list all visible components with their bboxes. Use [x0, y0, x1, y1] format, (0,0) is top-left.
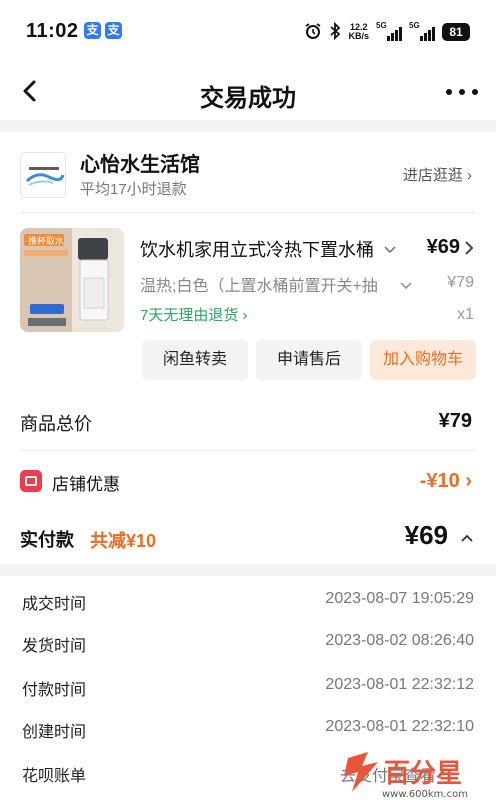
- battery-icon: 81: [442, 23, 470, 41]
- chevron-down-icon[interactable]: [400, 278, 412, 296]
- after-sales-button[interactable]: 申请售后: [256, 340, 362, 380]
- product-quantity: x1: [457, 306, 474, 323]
- alipay-notification-icon: 支: [105, 22, 122, 39]
- more-icon[interactable]: [446, 78, 478, 106]
- signal-label: 5G: [409, 21, 420, 30]
- chevron-up-icon[interactable]: [460, 530, 474, 548]
- paid-value: ¥69: [404, 520, 448, 550]
- signal-5g-icon: 5G: [376, 21, 402, 41]
- shop-refund-note: 平均17小时退款: [80, 181, 187, 198]
- info-label: 付款时间: [22, 682, 87, 699]
- resell-button[interactable]: 闲鱼转卖: [142, 340, 248, 380]
- shop-name[interactable]: 心怡水生活馆: [80, 148, 200, 177]
- status-icons: 12.2 KB/s 5G 5G 81: [304, 21, 470, 43]
- coupon-icon: [20, 470, 42, 492]
- chevron-right-icon[interactable]: [464, 240, 474, 261]
- divider: [20, 212, 476, 213]
- return-policy-tag[interactable]: 7天无理由退货 ›: [140, 304, 248, 325]
- alarm-icon: [304, 22, 322, 43]
- product-price: ¥69: [426, 236, 460, 258]
- watermark-text: 百分星: [384, 759, 462, 789]
- add-to-cart-button[interactable]: 加入购物车: [370, 340, 476, 380]
- visit-shop-link[interactable]: 进店逛逛 ›: [403, 164, 472, 185]
- signal-label: 5G: [376, 21, 387, 30]
- product-title[interactable]: 饮水机家用立式冷热下置水桶: [140, 236, 380, 262]
- discount-label: 店铺优惠: [52, 475, 120, 494]
- alipay-notification-icon: 支: [84, 22, 101, 39]
- discount-value[interactable]: -¥10 ›: [420, 470, 472, 493]
- status-bar: 11:02 支 支 12.2 KB/s 5G 5G 81: [0, 0, 496, 64]
- paid-saving: 共减¥10: [90, 531, 157, 551]
- network-speed: 12.2 KB/s: [348, 23, 369, 41]
- nav-bar: 交易成功: [0, 64, 496, 120]
- info-value: 2023-08-07 19:05:29: [325, 590, 474, 607]
- product-spec[interactable]: 温热;白色（上置水桶前置开关+抽: [140, 272, 390, 296]
- bluetooth-icon: [329, 21, 341, 43]
- divider: [20, 450, 476, 451]
- signal-5g-icon: 5G: [409, 21, 435, 41]
- network-speed-unit: KB/s: [348, 31, 369, 41]
- info-value: 2023-08-02 08:26:40: [325, 632, 474, 649]
- product-image[interactable]: 推杯取水: [20, 228, 124, 332]
- watermark-url: www.600km.com: [382, 789, 468, 800]
- watermark-logo: 百分星 www.600km.com: [338, 748, 488, 800]
- order-card: 心怡水生活馆 平均17小时退款 进店逛逛 › 推杯取水 饮水机家用立式冷热下置水…: [0, 132, 496, 390]
- total-label: 商品总价: [20, 414, 92, 434]
- paid-label: 实付款: [20, 530, 74, 550]
- info-value: 2023-08-01 22:32:12: [325, 676, 474, 693]
- info-label: 发货时间: [22, 638, 87, 655]
- info-label: 创建时间: [22, 724, 87, 741]
- info-label: 成交时间: [22, 596, 87, 613]
- product-original-price: ¥79: [447, 274, 474, 291]
- info-label: 花呗账单: [22, 768, 87, 785]
- price-summary: 商品总价 ¥79 店铺优惠 -¥10 › 实付款 共减¥10 ¥69: [0, 390, 496, 564]
- shop-logo[interactable]: [20, 152, 66, 198]
- total-value: ¥79: [438, 410, 472, 432]
- page-title: 交易成功: [200, 85, 296, 112]
- info-value: 2023-08-01 22:32:10: [325, 718, 474, 735]
- status-time: 11:02: [26, 20, 79, 42]
- image-caption: 推杯取水: [28, 235, 64, 247]
- chevron-down-icon[interactable]: [384, 242, 396, 260]
